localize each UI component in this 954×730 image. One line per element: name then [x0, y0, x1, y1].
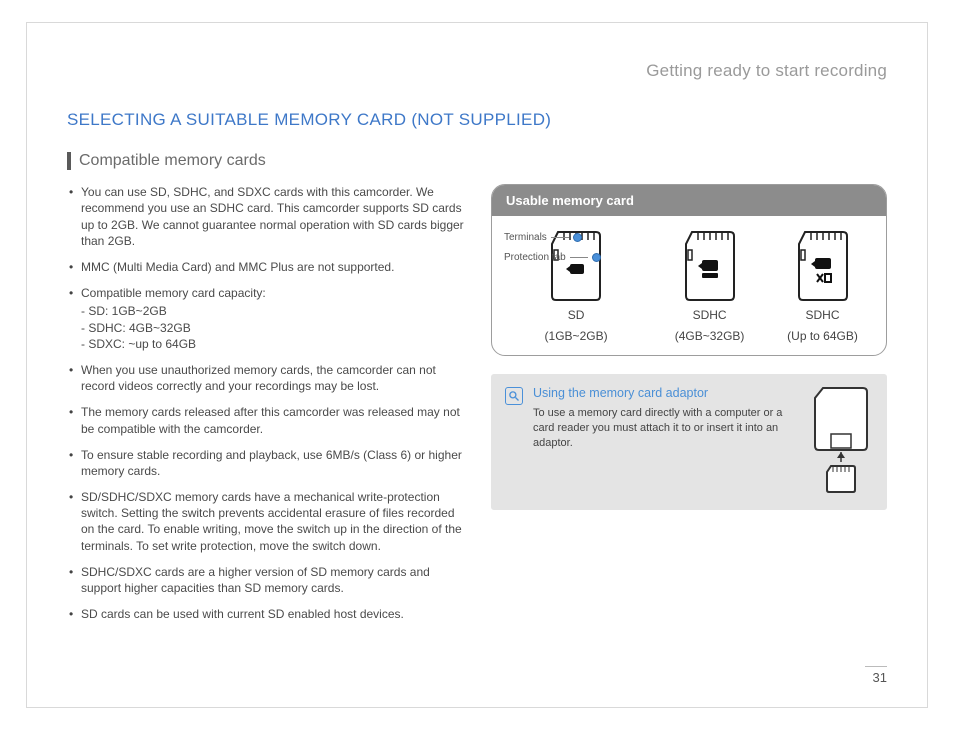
- card-capacity: (4GB~32GB): [658, 329, 761, 343]
- heading-accent-bar: [67, 152, 71, 170]
- bullet-text: SD/SDHC/SDXC memory cards have a mechani…: [81, 490, 462, 553]
- list-item: MMC (Multi Media Card) and MMC Plus are …: [67, 259, 467, 275]
- adaptor-illustration-icon: [809, 386, 873, 496]
- running-header: Getting ready to start recording: [67, 61, 887, 81]
- sdxc-card-icon: [793, 230, 853, 302]
- usable-memory-card-panel: Usable memory card Terminals Protection …: [491, 184, 887, 356]
- sub-list: - SD: 1GB~2GB - SDHC: 4GB~32GB - SDXC: ~…: [81, 303, 467, 352]
- subsection-title: Compatible memory cards: [79, 152, 266, 170]
- info-title: Using the memory card adaptor: [533, 386, 799, 400]
- card-capacity: (1GB~2GB): [504, 329, 648, 343]
- list-item: The memory cards released after this cam…: [67, 404, 467, 436]
- annotation-protection-tab: Protection tab: [504, 252, 601, 263]
- annotation-label: Terminals: [504, 232, 547, 243]
- panel-title: Usable memory card: [492, 185, 886, 216]
- right-column: Usable memory card Terminals Protection …: [491, 184, 887, 632]
- list-item: You can use SD, SDHC, and SDXC cards wit…: [67, 184, 467, 249]
- subsection-heading: Compatible memory cards: [67, 152, 887, 170]
- magnifier-icon: [505, 387, 523, 405]
- bullet-text: Compatible memory card capacity:: [81, 286, 266, 300]
- bullet-text: The memory cards released after this cam…: [81, 405, 460, 435]
- info-description: To use a memory card directly with a com…: [533, 406, 783, 451]
- card-column-sdxc: SDHC (Up to 64GB): [771, 230, 874, 343]
- card-name: SDHC: [771, 308, 874, 322]
- list-item: SD/SDHC/SDXC memory cards have a mechani…: [67, 489, 467, 554]
- annotation-leader: [570, 257, 588, 258]
- annotation-terminals: Terminals: [504, 232, 582, 243]
- list-item: SDHC/SDXC cards are a higher version of …: [67, 564, 467, 596]
- sub-line: - SDHC: 4GB~32GB: [81, 320, 467, 336]
- sub-line: - SDXC: ~up to 64GB: [81, 336, 467, 352]
- bullet-text: SD cards can be used with current SD ena…: [81, 607, 404, 621]
- annotation-dot-icon: [592, 253, 601, 262]
- card-capacity: (Up to 64GB): [771, 329, 874, 343]
- annotation-dot-icon: [573, 233, 582, 242]
- card-column-sd: Terminals Protection tab: [504, 230, 648, 343]
- card-name: SDHC: [658, 308, 761, 322]
- list-item: To ensure stable recording and playback,…: [67, 447, 467, 479]
- bullet-list: You can use SD, SDHC, and SDXC cards wit…: [67, 184, 467, 622]
- adaptor-info-box: Using the memory card adaptor To use a m…: [491, 374, 887, 510]
- two-column-layout: You can use SD, SDHC, and SDXC cards wit…: [67, 184, 887, 632]
- bullet-text: SDHC/SDXC cards are a higher version of …: [81, 565, 430, 595]
- panel-body: Terminals Protection tab: [492, 216, 886, 355]
- bullet-text: When you use unauthorized memory cards, …: [81, 363, 436, 393]
- manual-page: Getting ready to start recording SELECTI…: [26, 22, 928, 708]
- bullet-text: To ensure stable recording and playback,…: [81, 448, 462, 478]
- info-text-block: Using the memory card adaptor To use a m…: [533, 386, 799, 496]
- card-column-sdhc: SDHC (4GB~32GB): [658, 230, 761, 343]
- sdhc-card-icon: [680, 230, 740, 302]
- list-item: Compatible memory card capacity: - SD: 1…: [67, 285, 467, 352]
- annotation-leader: [551, 237, 569, 238]
- section-title: SELECTING A SUITABLE MEMORY CARD (NOT SU…: [67, 109, 887, 130]
- card-name: SD: [504, 308, 648, 322]
- list-item: When you use unauthorized memory cards, …: [67, 362, 467, 394]
- page-number: 31: [873, 670, 887, 685]
- bullet-text: You can use SD, SDHC, and SDXC cards wit…: [81, 185, 464, 248]
- sub-line: - SD: 1GB~2GB: [81, 303, 467, 319]
- bullet-text: MMC (Multi Media Card) and MMC Plus are …: [81, 260, 394, 274]
- list-item: SD cards can be used with current SD ena…: [67, 606, 467, 622]
- page-number-rule: [865, 666, 887, 667]
- annotation-label: Protection tab: [504, 252, 566, 263]
- left-column: You can use SD, SDHC, and SDXC cards wit…: [67, 184, 467, 632]
